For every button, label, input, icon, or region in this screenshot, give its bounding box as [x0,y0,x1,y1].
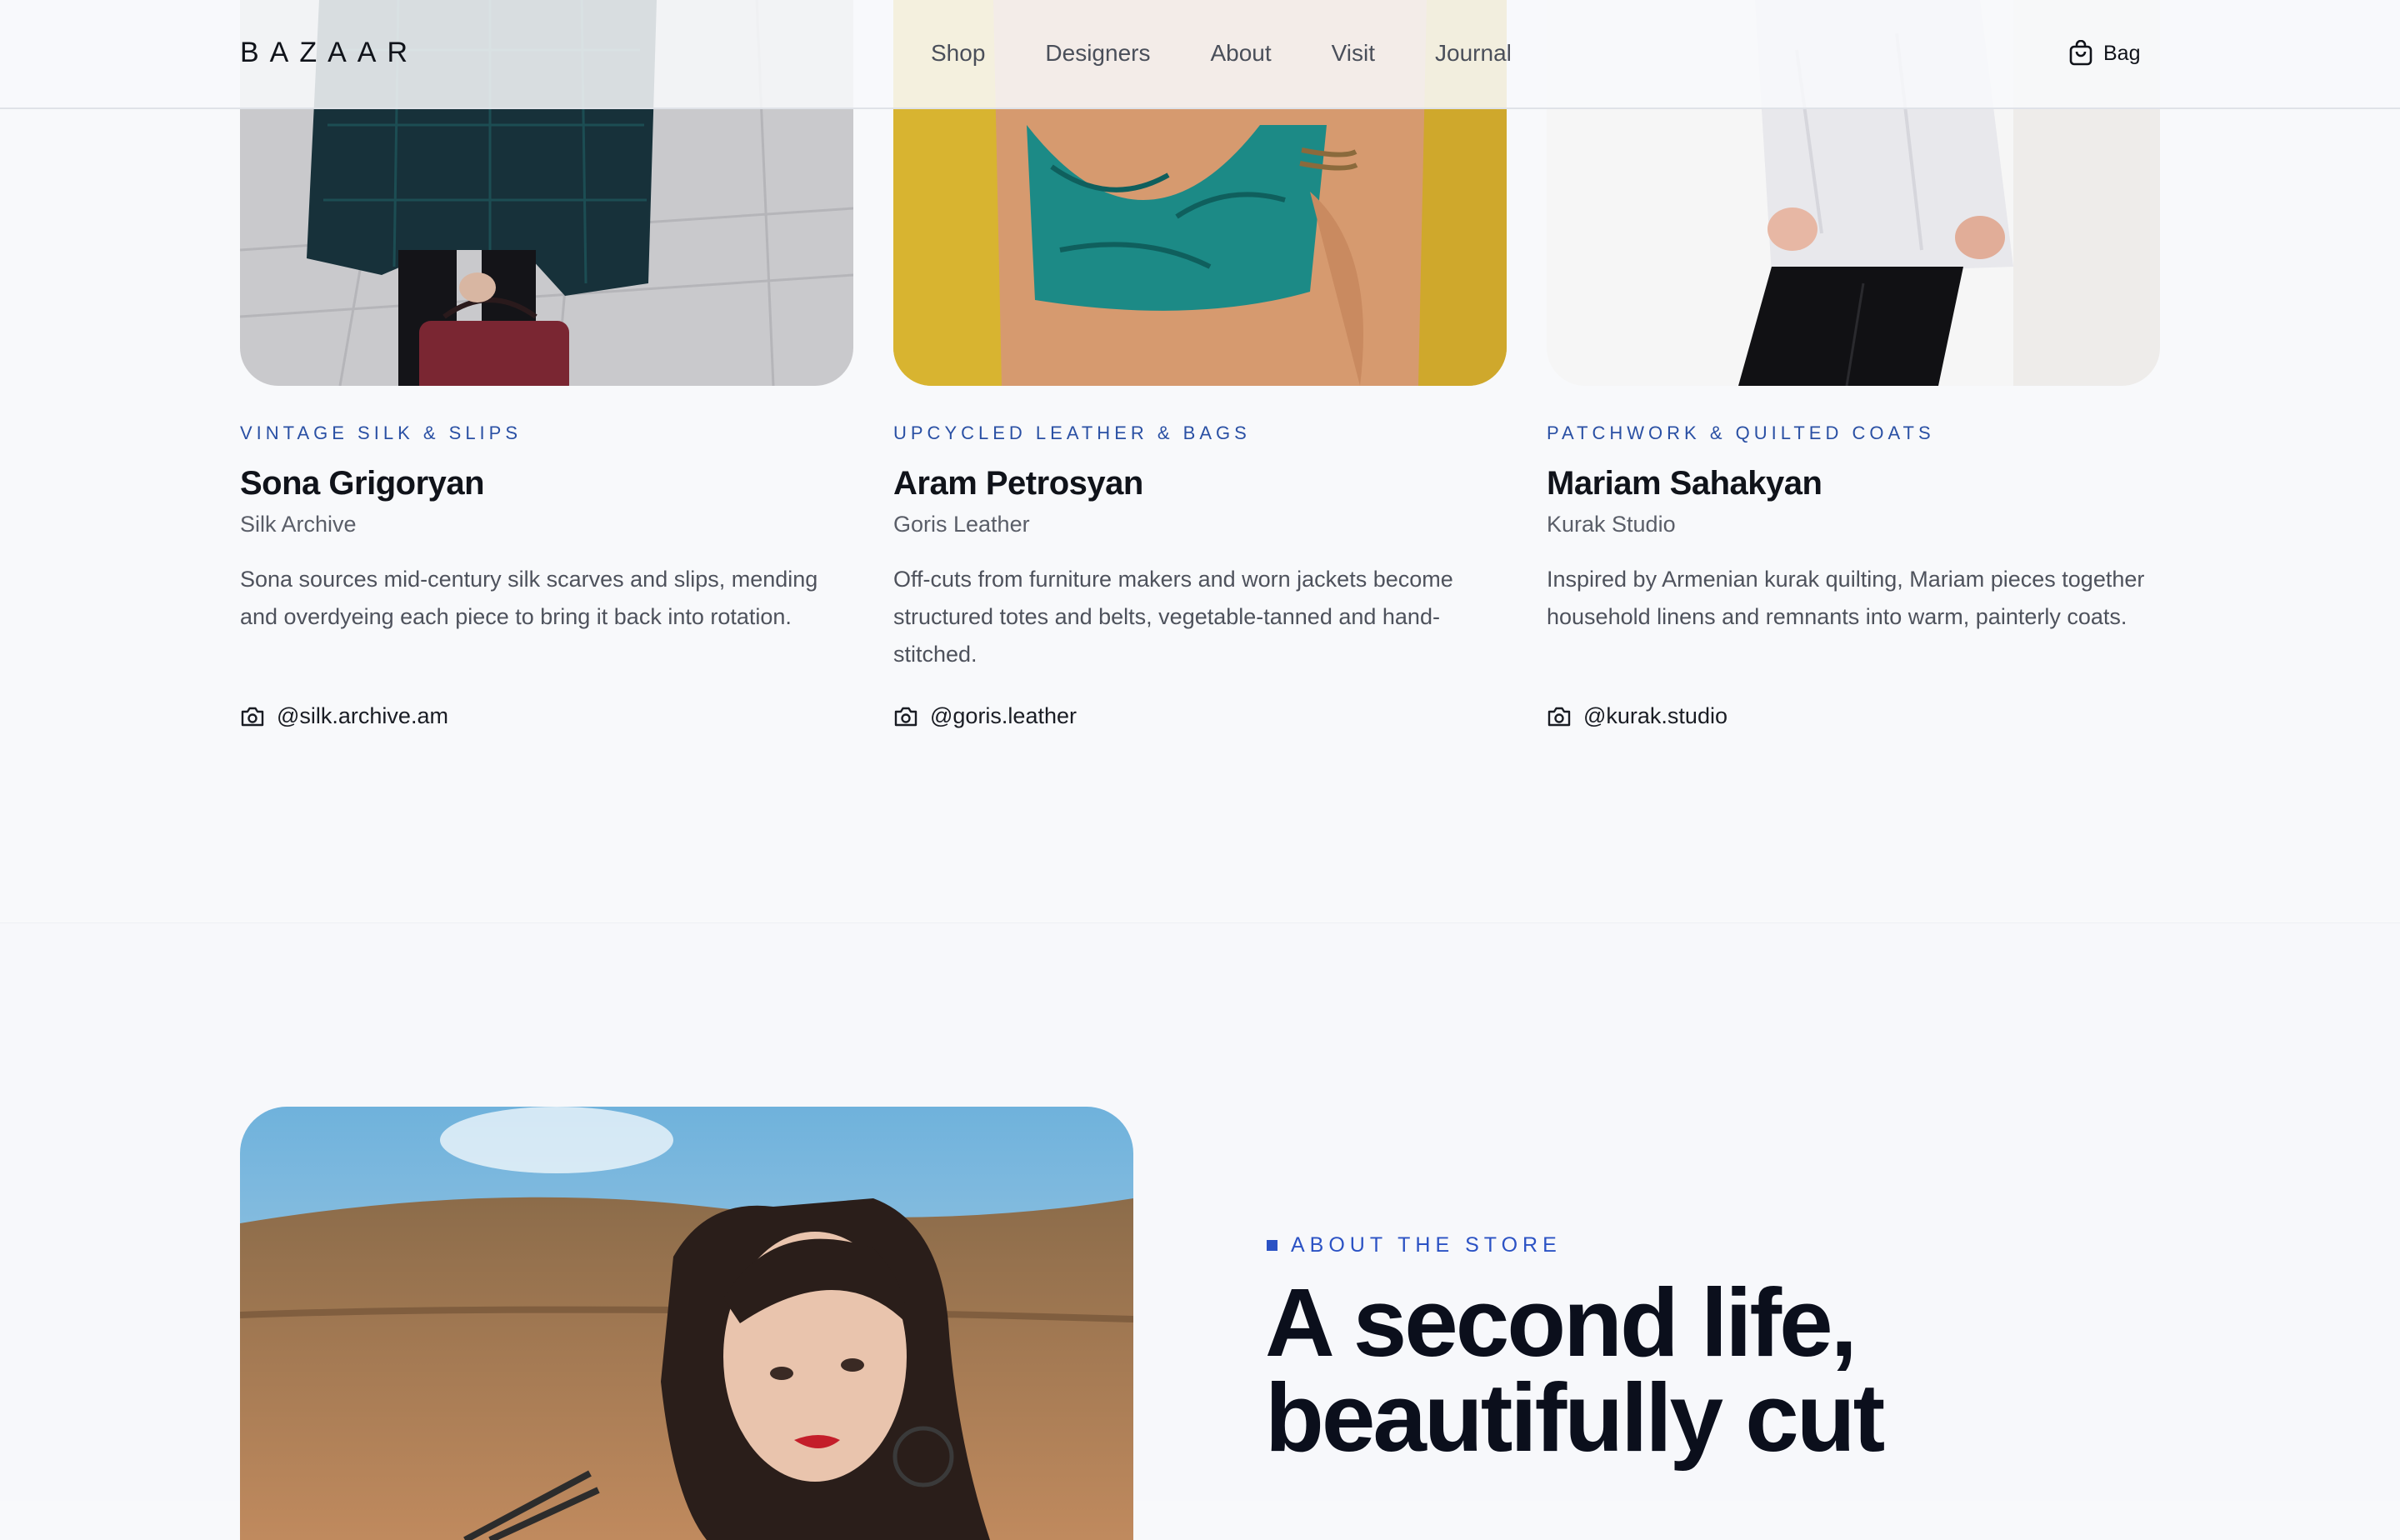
camera-icon [241,707,264,726]
site-header: BAZAAR Shop Designers About Visit Journa… [0,0,2400,109]
designer-category: VINTAGE SILK & SLIPS [240,422,522,443]
instagram-link[interactable]: @kurak.studio [1547,703,1728,729]
bag-label: Bag [2103,41,2141,65]
brand-logo[interactable]: BAZAAR [240,37,418,69]
instagram-handle: @kurak.studio [1583,703,1728,728]
eyebrow-text: ABOUT THE STORE [1291,1233,1562,1257]
about-photo [240,1107,1133,1540]
about-photo-art [240,1107,1133,1540]
designer-category: PATCHWORK & QUILTED COATS [1547,422,1935,443]
headline-line-1: A second life, [1265,1268,1858,1377]
nav-about[interactable]: About [1210,40,1271,67]
eyebrow-marker [1267,1240,1278,1251]
nav-visit[interactable]: Visit [1332,40,1375,67]
designer-category: UPCYCLED LEATHER & BAGS [893,422,1251,443]
instagram-handle: @silk.archive.am [277,703,448,728]
designer-description: Off-cuts from furniture makers and worn … [893,567,1453,667]
bag-button[interactable]: Bag [2068,40,2140,67]
designer-studio: Goris Leather [893,512,1030,537]
nav-journal[interactable]: Journal [1435,40,1512,67]
designer-description: Sona sources mid-century silk scarves an… [240,567,818,629]
nav-shop[interactable]: Shop [931,40,985,67]
about-eyebrow: ABOUT THE STORE [1267,1233,1562,1258]
camera-icon [1548,707,1571,726]
designer-name[interactable]: Aram Petrosyan [893,465,1143,502]
designer-studio: Silk Archive [240,512,357,537]
about-headline: A second life, beautifully cut [1265,1268,1885,1472]
camera-icon [894,707,918,726]
instagram-link[interactable]: @goris.leather [893,703,1077,729]
designer-studio: Kurak Studio [1547,512,1676,537]
shopping-bag-icon [2069,40,2092,66]
designer-name[interactable]: Sona Grigoryan [240,465,485,502]
instagram-handle: @goris.leather [930,703,1077,728]
nav-designers[interactable]: Designers [1045,40,1150,67]
designer-name[interactable]: Mariam Sahakyan [1547,465,1822,502]
main-nav: Shop Designers About Visit Journal [931,40,1572,67]
instagram-link[interactable]: @silk.archive.am [240,703,448,729]
headline-line-2: beautifully cut [1265,1363,1885,1472]
designer-description: Inspired by Armenian kurak quilting, Mar… [1547,567,2145,629]
